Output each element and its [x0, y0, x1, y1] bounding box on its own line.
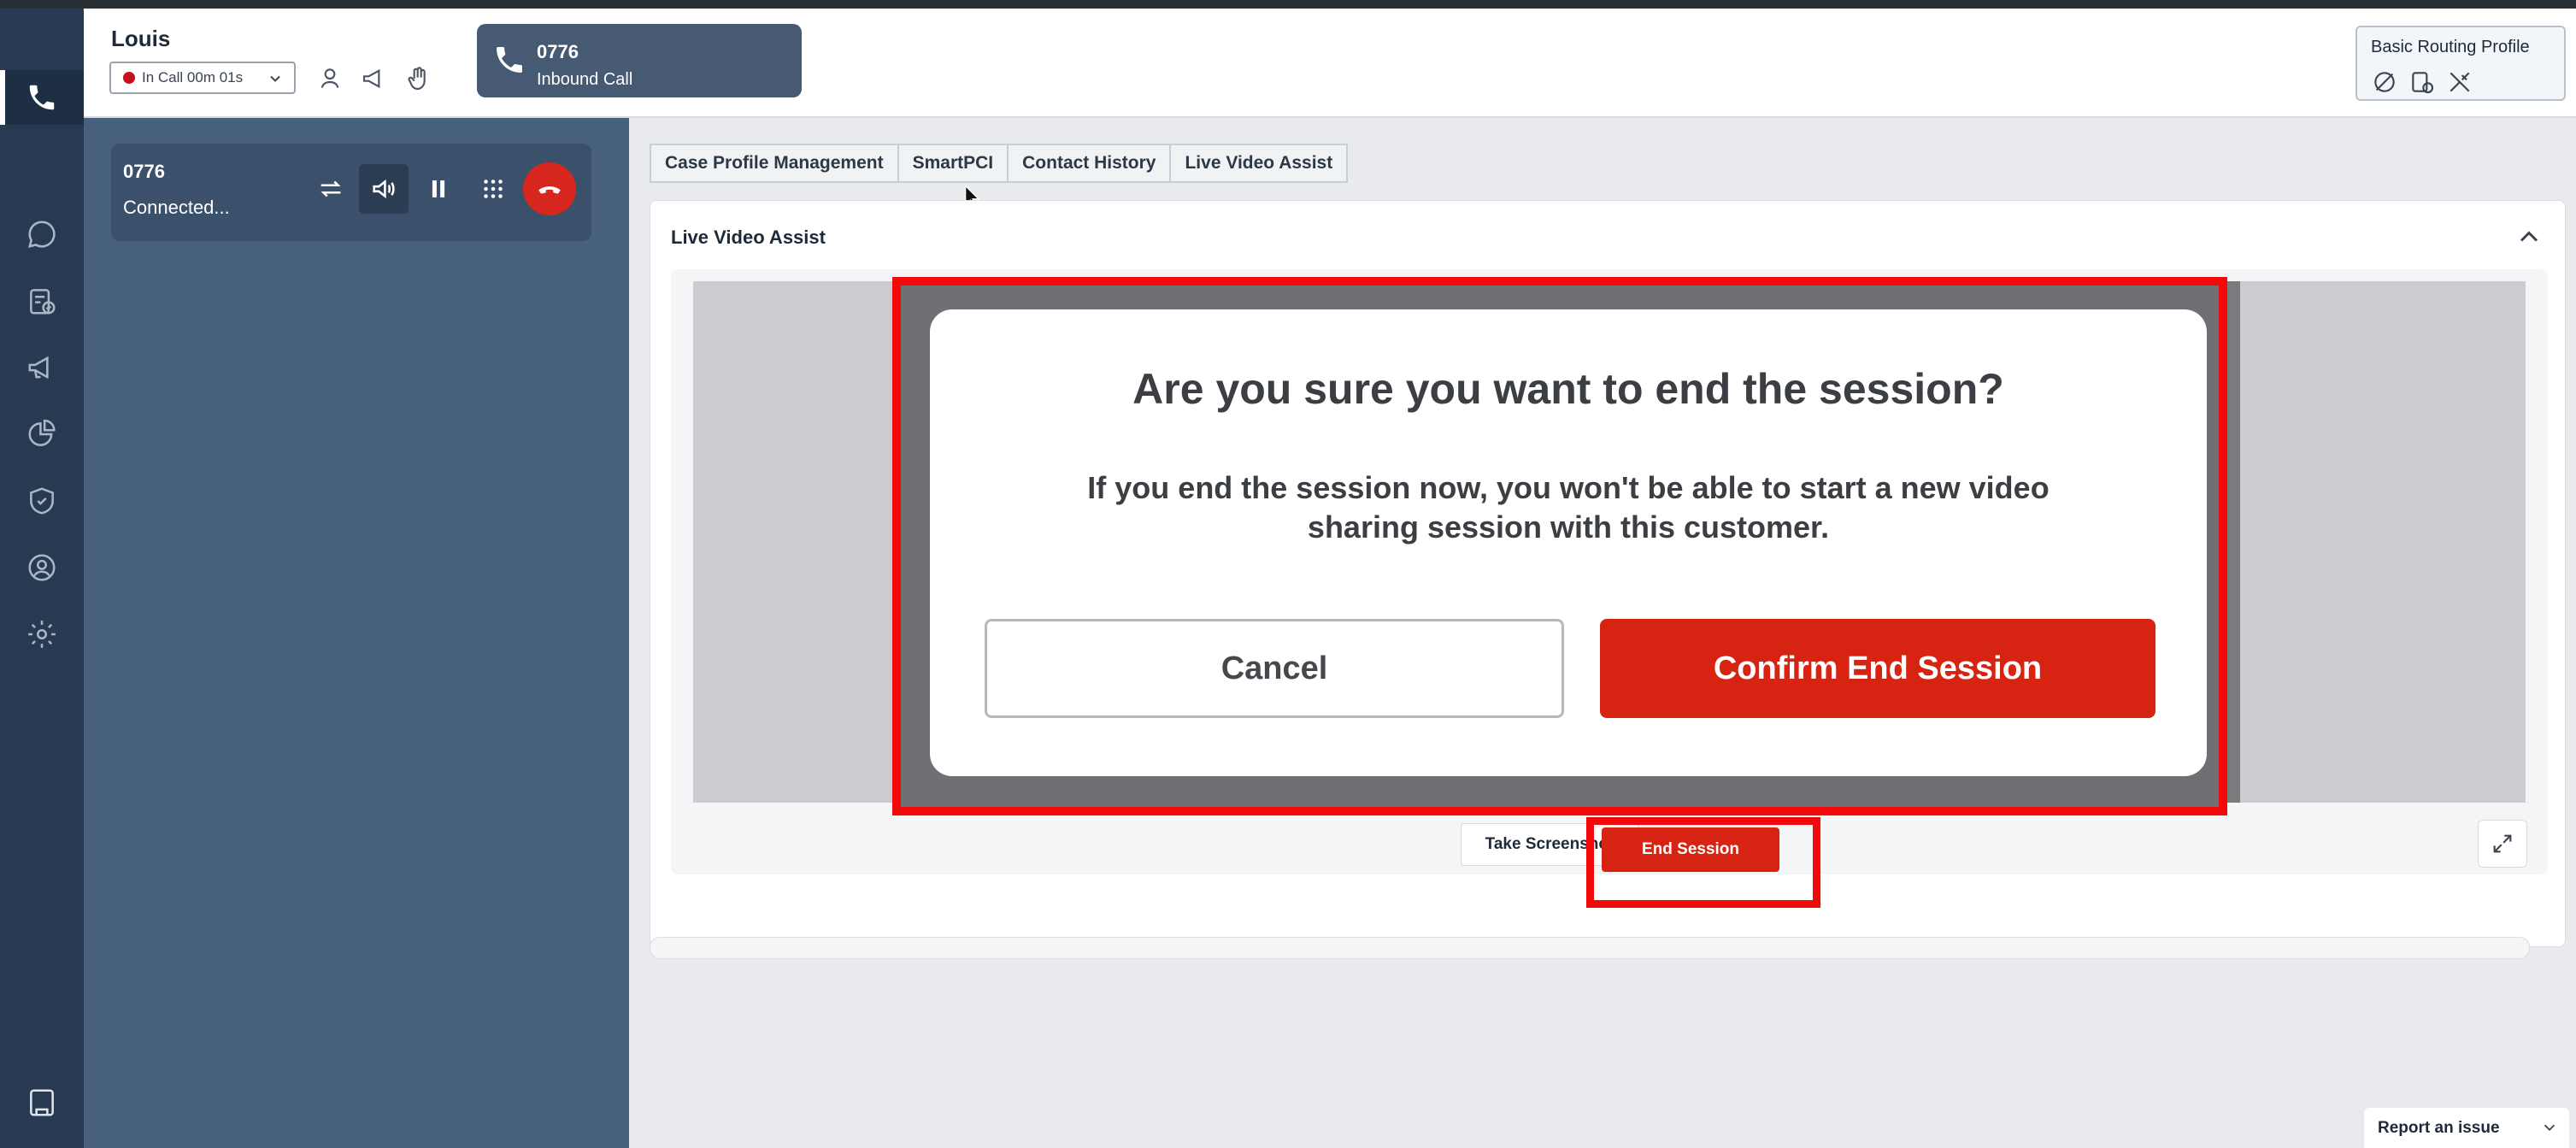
agent-status-label: In Call 00m 01s [142, 69, 244, 85]
sidebar-item-security[interactable] [0, 474, 84, 528]
end-session-button[interactable]: End Session [1602, 827, 1779, 872]
contact-card[interactable]: 0776 Connected... [111, 144, 591, 241]
report-issue-label: Report an issue [2378, 1118, 2500, 1137]
person-icon [321, 68, 339, 88]
speaker-icon [373, 179, 395, 199]
chevron-down-icon [270, 75, 280, 82]
sidebar-item-profile[interactable] [0, 540, 84, 595]
hangup-icon [538, 186, 561, 194]
agent-name: Louis [111, 26, 171, 51]
live-video-assist-title: Live Video Assist [671, 227, 826, 248]
chat-icon [27, 221, 56, 249]
profile-icon [28, 554, 56, 581]
sidebar-item-announcements[interactable] [0, 340, 84, 395]
report-issue-button[interactable]: Report an issue [2364, 1108, 2569, 1148]
hangup-button[interactable] [523, 162, 576, 215]
transfer-icon [321, 180, 341, 197]
dialog-title: Are you sure you want to end the session… [1132, 365, 2004, 413]
person-button[interactable] [315, 63, 345, 94]
call-number: 0776 [537, 41, 579, 62]
tab-bar: Case Profile Management SmartPCI Contact… [650, 144, 1349, 183]
contact-panel: 0776 Connected... [84, 118, 629, 1148]
no-calls-icon [2371, 68, 2398, 100]
routing-profile-title: Basic Routing Profile [2371, 38, 2530, 56]
confirm-end-session-button[interactable]: Confirm End Session [1600, 619, 2155, 718]
cancel-button[interactable]: Cancel [985, 619, 1564, 718]
fullscreen-button[interactable] [2478, 820, 2527, 868]
notes-icon [30, 1089, 54, 1116]
dialog-message-line-2: sharing session with this customer. [1307, 509, 1830, 545]
status-dot [123, 72, 135, 84]
dialog-highlight-frame: Are you sure you want to end the session… [892, 277, 2227, 815]
tasks-icon [30, 289, 56, 315]
tab-live-video-assist[interactable]: Live Video Assist [1169, 144, 1349, 183]
raise-hand-button[interactable] [403, 63, 434, 94]
hand-raise-icon [408, 67, 426, 91]
speaker-button[interactable] [359, 164, 409, 214]
tab-contact-history[interactable]: Contact History [1007, 144, 1170, 183]
announce-button[interactable] [359, 63, 390, 94]
tab-smartpci[interactable]: SmartPCI [897, 144, 1008, 183]
dialog-message-line-1: If you end the session now, you won't be… [1087, 470, 2050, 505]
gear-icon [28, 621, 56, 648]
sidebar-item-chat[interactable] [0, 207, 84, 262]
active-call-card[interactable]: 0776 Inbound Call [477, 24, 802, 97]
pause-icon [432, 180, 445, 197]
expand-icon [2493, 834, 2512, 853]
shield-icon [30, 487, 54, 515]
megaphone-icon [362, 68, 380, 89]
end-session-dialog: Are you sure you want to end the session… [930, 309, 2207, 776]
phone-icon [497, 47, 522, 73]
sidebar-rail [0, 9, 84, 1148]
contact-status: Connected... [123, 197, 230, 218]
routing-profile-card[interactable]: Basic Routing Profile [2355, 26, 2566, 101]
keypad-icon [484, 180, 503, 198]
sidebar-item-reports[interactable] [0, 407, 84, 462]
sidebar-item-tasks[interactable] [0, 274, 84, 328]
megaphone-icon [28, 356, 49, 380]
sidebar-item-notes[interactable] [0, 1075, 84, 1130]
live-video-assist-footer [650, 937, 2530, 959]
tools-icon [2446, 68, 2473, 100]
tab-case-profile-management[interactable]: Case Profile Management [650, 144, 897, 183]
call-type: Inbound Call [537, 70, 633, 89]
sidebar-item-settings[interactable] [0, 607, 84, 662]
contact-number: 0776 [123, 161, 165, 182]
task-icon [2408, 68, 2436, 100]
phone-icon [29, 85, 55, 110]
pie-chart-icon [28, 419, 56, 446]
window-top-strip [0, 0, 2576, 9]
agent-status-dropdown[interactable]: In Call 00m 01s [109, 62, 296, 94]
hold-button[interactable] [414, 164, 463, 214]
dialog-message: If you end the session now, you won't be… [930, 468, 2207, 547]
top-header: Louis In Call 00m 01s 0776 Inbound Call … [84, 9, 2576, 118]
transfer-button[interactable] [306, 164, 356, 214]
keypad-button[interactable] [468, 164, 518, 214]
sidebar-item-phone[interactable] [0, 70, 84, 125]
chevron-down-icon [2544, 1124, 2555, 1132]
chevron-up-icon[interactable] [2514, 221, 2544, 252]
